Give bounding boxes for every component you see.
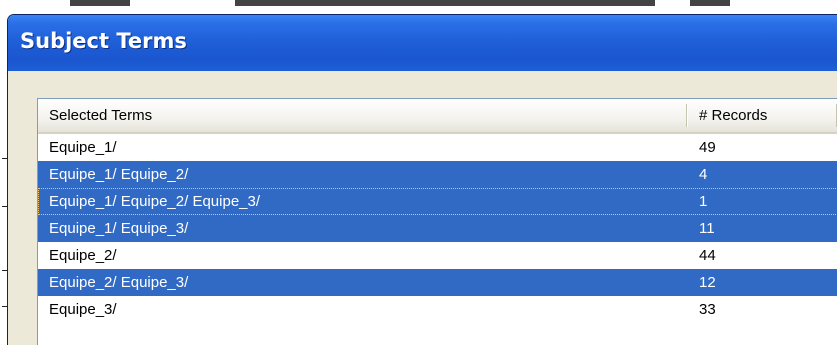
term-cell: Equipe_2/ xyxy=(49,247,117,264)
term-cell: Equipe_3/ xyxy=(49,301,117,318)
title-bar[interactable]: Subject Terms xyxy=(8,15,837,71)
background-text-fragment xyxy=(235,0,655,6)
column-divider[interactable] xyxy=(686,104,687,127)
records-cell: 4 xyxy=(699,166,708,183)
list-row[interactable]: Equipe_1/ 49 xyxy=(38,134,837,161)
subject-terms-dialog: Subject Terms Selected Terms # Records E… xyxy=(7,14,837,345)
term-cell: Equipe_1/ Equipe_3/ xyxy=(49,220,189,237)
list-row[interactable]: Equipe_1/ Equipe_3/ 11 xyxy=(38,215,837,242)
list-row[interactable]: Equipe_2/ 44 xyxy=(38,242,837,269)
records-cell: 44 xyxy=(699,247,716,264)
list-row[interactable]: Equipe_1/ Equipe_2/ 4 xyxy=(38,161,837,188)
term-cell: Equipe_1/ Equipe_2/ xyxy=(49,166,189,183)
background-text-fragment xyxy=(70,0,130,6)
column-header-records[interactable]: # Records xyxy=(699,99,767,132)
background-text-fragment xyxy=(690,0,730,6)
window-title: Subject Terms xyxy=(20,29,187,53)
list-header: Selected Terms # Records xyxy=(38,99,837,134)
records-cell: 49 xyxy=(699,139,716,156)
records-cell: 1 xyxy=(699,193,708,210)
list-row[interactable]: Equipe_3/ 33 xyxy=(38,296,837,323)
dialog-body: Selected Terms # Records Equipe_1/ 49 Eq… xyxy=(8,71,837,345)
list-row[interactable]: Equipe_1/ Equipe_2/ Equipe_3/ 1 xyxy=(38,188,837,215)
column-header-selected-terms[interactable]: Selected Terms xyxy=(49,99,152,132)
list-row[interactable]: Equipe_2/ Equipe_3/ 12 xyxy=(38,269,837,296)
terms-list[interactable]: Selected Terms # Records Equipe_1/ 49 Eq… xyxy=(37,98,837,345)
list-rows: Equipe_1/ 49 Equipe_1/ Equipe_2/ 4 Equip… xyxy=(38,134,837,323)
term-cell: Equipe_1/ xyxy=(49,139,117,156)
records-cell: 33 xyxy=(699,301,716,318)
background-app xyxy=(0,0,837,14)
records-cell: 11 xyxy=(699,220,715,237)
records-cell: 12 xyxy=(699,274,716,291)
term-cell: Equipe_1/ Equipe_2/ Equipe_3/ xyxy=(49,193,261,210)
term-cell: Equipe_2/ Equipe_3/ xyxy=(49,274,189,291)
